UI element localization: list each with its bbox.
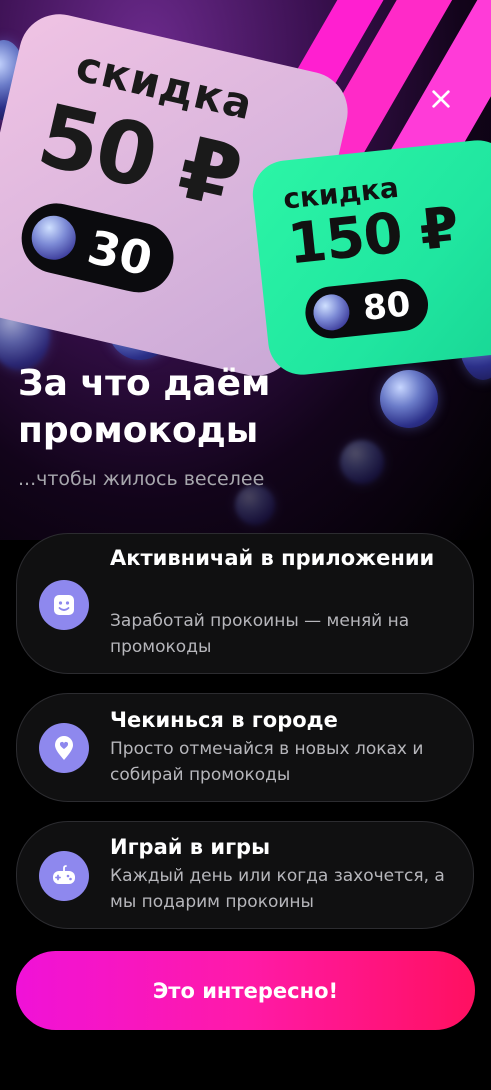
feature-title: Чекинься в городе bbox=[110, 708, 338, 732]
feature-card-city-checkin[interactable]: Чекинься в городе Просто отмечайся в нов… bbox=[16, 693, 474, 802]
coin-decor bbox=[235, 485, 275, 525]
feature-title: Активничай в приложении bbox=[110, 546, 435, 570]
feature-description: Каждый день или когда захочется, а мы по… bbox=[110, 866, 445, 912]
feature-card-app-activity[interactable]: Активничай в приложении Заработай прокои… bbox=[16, 533, 474, 674]
cta-button[interactable]: Это интересно! bbox=[16, 951, 475, 1030]
page-subtitle: ...чтобы жилось веселее bbox=[18, 468, 265, 490]
gamepad-icon bbox=[39, 851, 89, 901]
feature-card-games[interactable]: Играй в игры Каждый день или когда захоч… bbox=[16, 821, 474, 929]
smile-app-icon bbox=[39, 580, 89, 630]
coin-icon bbox=[311, 292, 352, 333]
close-button[interactable] bbox=[426, 84, 456, 114]
feature-title: Играй в игры bbox=[110, 835, 271, 859]
map-pin-heart-icon bbox=[39, 723, 89, 773]
coin-price: 80 bbox=[361, 284, 413, 329]
hero-banner: скидка 50 ₽ 30 скидка 150 ₽ 80 bbox=[0, 0, 491, 540]
coin-icon bbox=[27, 211, 81, 265]
page-title: За что даём промокоды bbox=[18, 363, 271, 451]
promo-card-large: скидка 150 ₽ 80 bbox=[249, 137, 491, 378]
coin-price: 30 bbox=[82, 219, 158, 287]
coin-price-pill: 80 bbox=[302, 276, 431, 341]
feature-description: Просто отмечайся в новых локах и собирай… bbox=[110, 739, 424, 785]
feature-description: Заработай прокоины — меняй на промокоды bbox=[110, 611, 410, 657]
close-icon bbox=[432, 90, 450, 108]
